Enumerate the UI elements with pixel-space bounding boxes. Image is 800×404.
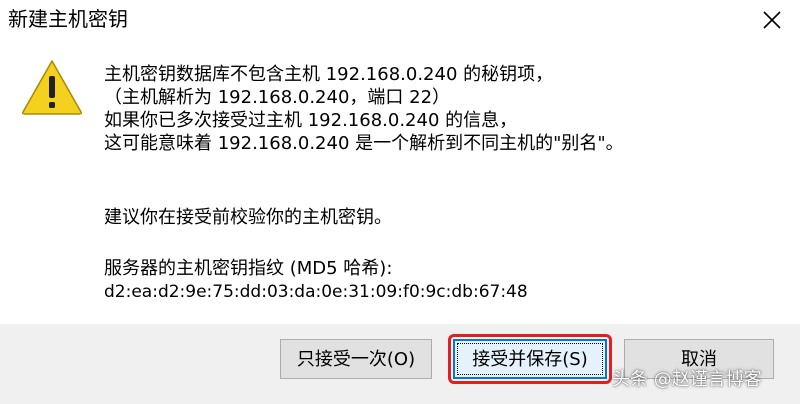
accept-and-save-label: 接受并保存(S) <box>457 343 603 375</box>
warning-message: 主机密钥数据库不包含主机 192.168.0.240 的秘钥项， （主机解析为 … <box>104 63 764 155</box>
warning-icon <box>22 60 82 115</box>
dialog-body: 主机密钥数据库不包含主机 192.168.0.240 的秘钥项， （主机解析为 … <box>0 38 800 324</box>
advice-text: 建议你在接受前校验你的主机密钥。 <box>104 207 392 228</box>
watermark: 头条 @赵谨言博客 <box>612 369 762 390</box>
accept-and-save-button[interactable]: 接受并保存(S) <box>453 339 607 379</box>
message-line: 如果你已多次接受过主机 192.168.0.240 的信息， <box>104 110 518 131</box>
accept-once-button[interactable]: 只接受一次(O) <box>280 339 432 379</box>
fingerprint-value: d2:ea:d2:9e:75:dd:03:da:0e:31:09:f0:9c:d… <box>104 282 528 302</box>
fingerprint-label: 服务器的主机密钥指纹 (MD5 哈希): <box>104 258 393 279</box>
message-line: 这可能意味着 192.168.0.240 是一个解析到不同主机的"别名"。 <box>104 133 624 154</box>
close-icon <box>763 11 781 29</box>
message-line: （主机解析为 192.168.0.240，端口 22） <box>104 87 451 108</box>
message-line: 主机密钥数据库不包含主机 192.168.0.240 的秘钥项， <box>104 64 554 85</box>
title-bar: 新建主机密钥 <box>0 0 800 38</box>
close-button[interactable] <box>748 0 800 38</box>
window-title: 新建主机密钥 <box>8 7 128 31</box>
